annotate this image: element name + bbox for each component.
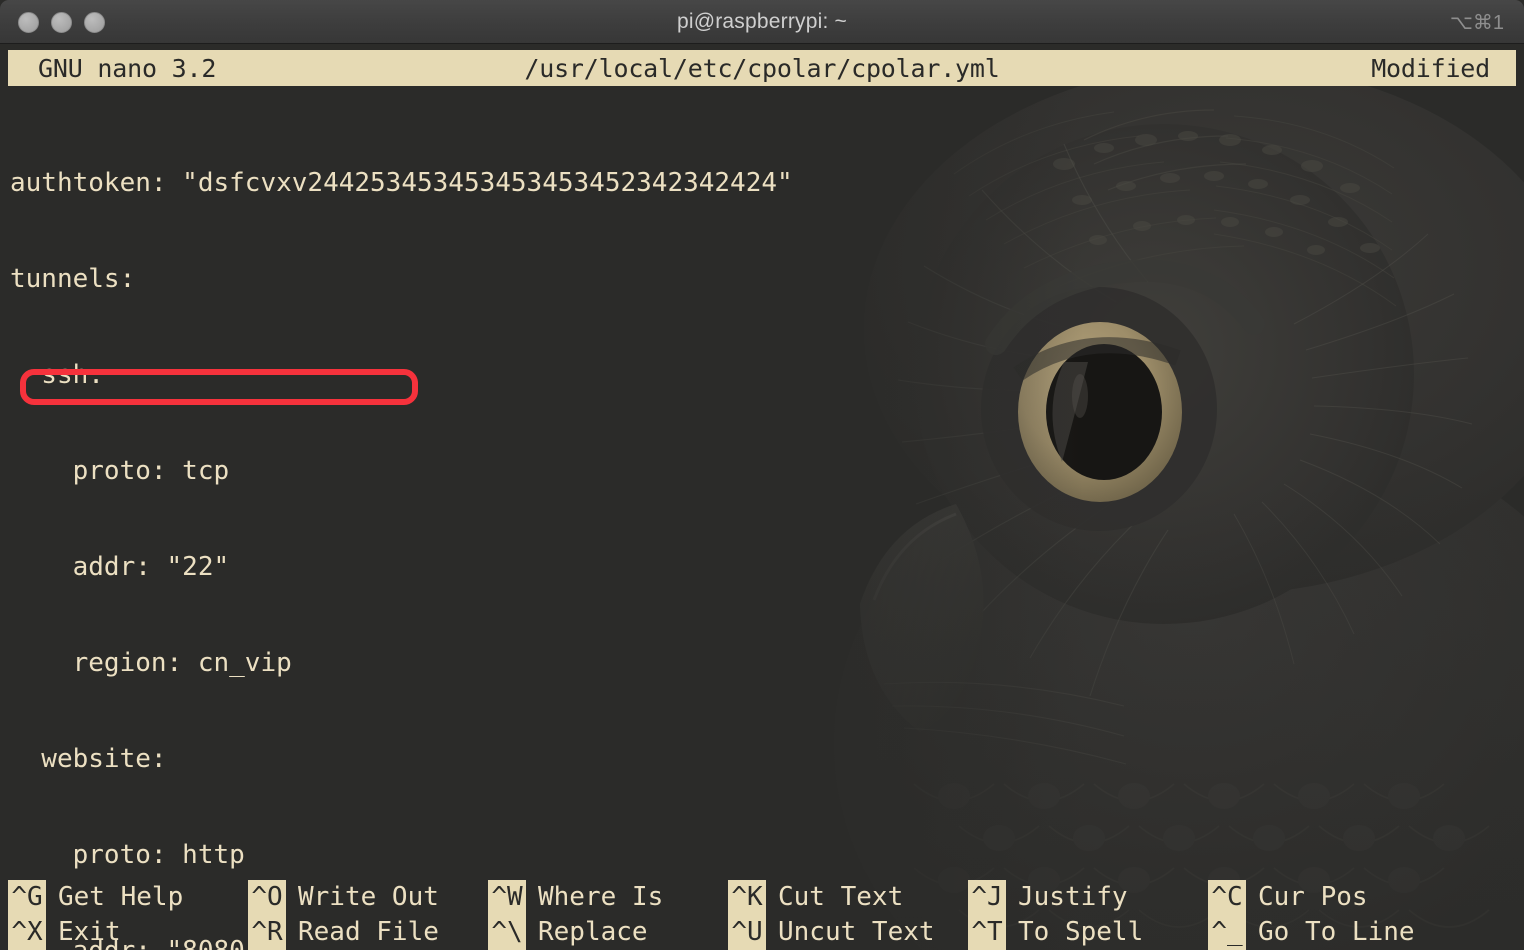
shortcut-column: ^K Cut Text ^U Uncut Text — [728, 880, 935, 950]
shortcut-uncut-text[interactable]: ^U Uncut Text — [728, 915, 935, 950]
editor-line[interactable]: authtoken: "dsfcvxv244253453453453453452… — [0, 167, 1524, 199]
terminal-window: pi@raspberrypi: ~ ⌥⌘1 GNU nano 3.2 /usr/… — [0, 0, 1524, 950]
shortcut-get-help[interactable]: ^G Get Help — [8, 880, 183, 915]
shortcut-read-file[interactable]: ^R Read File — [248, 915, 439, 950]
shortcut-write-out[interactable]: ^O Write Out — [248, 880, 439, 915]
shortcut-label: Replace — [538, 917, 648, 947]
shortcut-column: ^W Where Is ^\ Replace — [488, 880, 663, 950]
shortcut-exit[interactable]: ^X Exit — [8, 915, 183, 950]
shortcut-key: ^G — [8, 880, 46, 915]
editor-line[interactable]: proto: http — [0, 839, 1524, 871]
shortcut-label: Write Out — [298, 882, 439, 912]
nano-title-bar: GNU nano 3.2 /usr/local/etc/cpolar/cpola… — [8, 50, 1516, 86]
shortcut-column: ^C Cur Pos ^_ Go To Line — [1208, 880, 1415, 950]
shortcut-key: ^X — [8, 915, 46, 950]
close-button[interactable] — [18, 11, 39, 33]
window-controls[interactable] — [18, 0, 105, 44]
shortcut-label: Justify — [1018, 882, 1128, 912]
shortcut-label: Where Is — [538, 882, 664, 912]
editor-line[interactable]: ssh: — [0, 359, 1524, 391]
shortcut-go-to-line[interactable]: ^_ Go To Line — [1208, 915, 1415, 950]
editor-text-area[interactable]: authtoken: "dsfcvxv244253453453453453452… — [0, 103, 1524, 950]
editor-line[interactable]: proto: tcp — [0, 455, 1524, 487]
shortcut-column: ^J Justify ^T To Spell — [968, 880, 1143, 950]
shortcut-label: Uncut Text — [778, 917, 935, 947]
shortcut-key: ^T — [968, 915, 1006, 950]
minimize-button[interactable] — [51, 11, 72, 33]
keyboard-shortcut-indicator: ⌥⌘1 — [1449, 11, 1504, 34]
editor-line[interactable]: website: — [0, 743, 1524, 775]
shortcut-key: ^_ — [1208, 915, 1246, 950]
window-title: pi@raspberrypi: ~ — [676, 10, 848, 33]
shortcut-label: Get Help — [58, 882, 184, 912]
editor-line[interactable]: region: cn_vip — [0, 647, 1524, 679]
shortcut-key: ^C — [1208, 880, 1246, 915]
window-title-bar: pi@raspberrypi: ~ ⌥⌘1 — [0, 0, 1524, 44]
shortcut-replace[interactable]: ^\ Replace — [488, 915, 663, 950]
shortcut-key: ^W — [488, 880, 526, 915]
nano-shortcut-bar: ^G Get Help ^X Exit ^O Write Out ^R Read… — [0, 880, 1524, 950]
shortcut-label: Cur Pos — [1258, 882, 1368, 912]
shortcut-to-spell[interactable]: ^T To Spell — [968, 915, 1143, 950]
shortcut-key: ^\ — [488, 915, 526, 950]
shortcut-where-is[interactable]: ^W Where Is — [488, 880, 663, 915]
nano-modified-status: Modified — [1371, 53, 1490, 83]
editor-line[interactable]: addr: "22" — [0, 551, 1524, 583]
shortcut-label: Exit — [58, 917, 121, 947]
zoom-button[interactable] — [84, 11, 105, 33]
shortcut-key: ^J — [968, 880, 1006, 915]
shortcut-label: Cut Text — [778, 882, 904, 912]
shortcut-label: To Spell — [1018, 917, 1144, 947]
shortcut-key: ^R — [248, 915, 286, 950]
shortcut-column: ^O Write Out ^R Read File — [248, 880, 439, 950]
shortcut-key: ^O — [248, 880, 286, 915]
shortcut-label: Go To Line — [1258, 917, 1415, 947]
shortcut-cut-text[interactable]: ^K Cut Text — [728, 880, 935, 915]
shortcut-column: ^G Get Help ^X Exit — [8, 880, 183, 950]
shortcut-label: Read File — [298, 917, 439, 947]
editor-line[interactable]: tunnels: — [0, 263, 1524, 295]
shortcut-key: ^K — [728, 880, 766, 915]
shortcut-key: ^U — [728, 915, 766, 950]
shortcut-justify[interactable]: ^J Justify — [968, 880, 1143, 915]
nano-file-path: /usr/local/etc/cpolar/cpolar.yml — [524, 53, 1000, 83]
shortcut-cur-pos[interactable]: ^C Cur Pos — [1208, 880, 1415, 915]
